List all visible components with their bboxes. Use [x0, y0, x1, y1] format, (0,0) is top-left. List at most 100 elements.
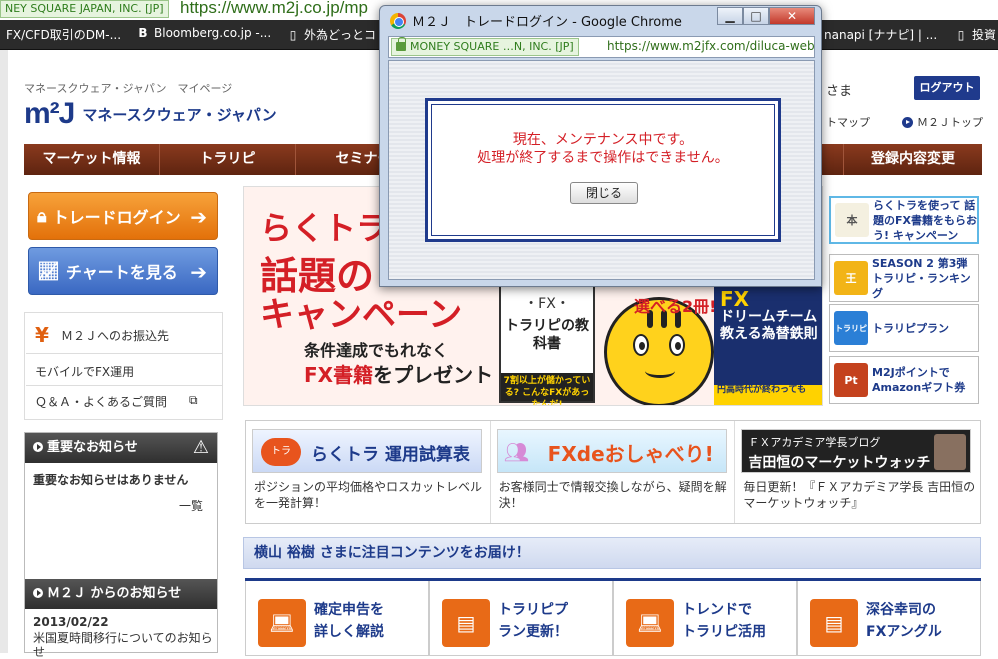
recommended-heading: 横山 裕樹 さまに注目コンテンツをお届け！ — [243, 537, 981, 569]
rakutora-banner[interactable]: らくトラ 運用試算表 トラ — [252, 429, 482, 473]
nav-account-settings[interactable]: 登録内容変更 — [844, 144, 982, 175]
page-icon: ▯ — [957, 27, 965, 42]
minimize-button[interactable]: ▁ — [717, 7, 743, 25]
book-icon: 本 — [835, 203, 869, 237]
arrow-circle-icon — [33, 442, 43, 452]
view-chart-button[interactable]: 📈︎ チャートを見る ➔ — [28, 247, 218, 295]
card-title-line: トラリピプ — [498, 602, 568, 618]
fx-oshaberi-banner[interactable]: FXdeおしゃべり! 👥︎ — [496, 429, 727, 473]
feature-market-watch[interactable]: ＦＸアカデミア学長ブログ 吉田恒のマーケットウォッチ 毎日更新！『ＦＸアカデミア… — [735, 421, 980, 523]
right-box-amazon-points[interactable]: Pt M2Jポイントで Amazonギフト券 — [829, 356, 979, 404]
card-tax-return[interactable]: 💻︎ 確定申告を 詳しく解説 — [245, 581, 429, 656]
view-chart-label: チャートを見る — [65, 263, 178, 282]
main-ssl-badge: NEY SQUARE JAPAN, INC. [JP] — [0, 0, 169, 18]
fx-oshaberi-banner-text: FXdeおしゃべり! — [547, 442, 714, 466]
card-trend-trarip[interactable]: 💻︎ トレンドでトラリピ活用 — [613, 581, 797, 656]
bookmark-label: 投資 — [972, 28, 997, 42]
book-dream-team: FX ドリームチーム教える為替鉄則 円高時代が終わっても — [714, 283, 822, 405]
lock-icon — [396, 37, 406, 51]
card-title-line: トレンドで — [682, 602, 752, 618]
maximize-button[interactable]: □ — [743, 7, 769, 25]
rakutora-logo-icon: トラ — [261, 438, 301, 466]
m2j-notice-date: 2013/02/22 — [33, 615, 109, 629]
popup-title-bar[interactable]: Ｍ２Ｊ トレードログイン - Google Chrome — [390, 11, 682, 30]
popup-title: Ｍ２Ｊ トレードログイン - Google Chrome — [412, 15, 682, 30]
card-fx-angle[interactable]: ▤ 深谷幸司の FXアングル — [797, 581, 981, 656]
site-subtitle: マネースクウェア・ジャパン マイページ — [24, 82, 233, 95]
right-box-text: M2Jポイントで Amazonギフト券 — [872, 366, 966, 394]
book1-title: トラリピの教科書 — [505, 318, 589, 352]
book2-band: 円高時代が終わっても — [714, 385, 822, 405]
popup-address-bar[interactable]: MONEY SQUARE …N, INC. [JP] https://www.m… — [388, 36, 815, 58]
link-faq[interactable]: Ｑ＆Ａ・よくあるご質問 — [35, 393, 167, 410]
window-close-button[interactable]: ✕ — [769, 7, 815, 25]
arrow-circle-icon — [902, 116, 913, 128]
divider — [26, 385, 223, 386]
book1-label: ・FX・ — [524, 296, 570, 312]
popup-url-text: https://www.m2jfx.com/diluca-web — [607, 39, 815, 53]
arrow-right-icon: ➔ — [190, 260, 207, 284]
trade-login-button[interactable]: 🔒︎ トレードログイン ➔ — [28, 192, 218, 240]
close-button[interactable]: 閉じる — [570, 182, 638, 204]
people-icon: 👥︎ — [503, 440, 530, 464]
important-notice-list-link[interactable]: 一覧 — [179, 497, 203, 514]
link-mobile-fx[interactable]: モバイルでFX運用 — [35, 363, 134, 380]
divider — [26, 353, 223, 354]
card-title-line: 確定申告を — [314, 602, 384, 618]
right-box-trarip-plan[interactable]: トラリピ トラリピプラン — [829, 304, 979, 352]
right-box-text: トラリピプラン — [872, 321, 949, 335]
market-watch-banner-text: 吉田恒のマーケットウォッチ — [748, 455, 931, 471]
m2j-heading-text: Ｍ２Ｊ からのお知らせ — [47, 586, 182, 601]
link-transfer-account[interactable]: Ｍ２Ｊへのお振込先 — [61, 327, 169, 344]
points-icon: Pt — [834, 363, 868, 397]
trade-login-label: トレードログイン — [52, 208, 181, 227]
m2j-notice-link[interactable]: 米国夏時間移行についてのお知らせ — [33, 631, 213, 659]
right-box-text: らくトラを使って 話題のFX書籍をもらおう! キャンペーン — [873, 198, 977, 242]
feature-rakutora[interactable]: らくトラ 運用試算表 トラ ポジションの平均価格やロスカットレベルを一発計算！ — [246, 421, 491, 523]
market-watch-banner[interactable]: ＦＸアカデミア学長ブログ 吉田恒のマーケットウォッチ — [741, 429, 972, 473]
recommended-cards: 💻︎ 確定申告を詳しく解説 ▤ トラリピプ ラン更新！ 💻︎ トレンドでトラリピ活… — [245, 578, 981, 656]
arrow-circle-icon — [33, 588, 43, 598]
arrow-right-icon: ➔ — [190, 205, 207, 229]
banner-present-text: FX書籍をプレゼント — [304, 359, 493, 388]
main-url-text[interactable]: https://www.m2j.co.jp/mp — [180, 0, 368, 18]
feature-description: 毎日更新！『ＦＸアカデミア学長 吉田恒のマーケットウォッチ』 — [743, 480, 976, 510]
card-title-line: 深谷幸司の — [866, 602, 936, 618]
bookmark-bloomberg[interactable]: B Bloomberg.co.jp -... — [136, 26, 271, 40]
nav-market-info[interactable]: マーケット情報 — [24, 144, 160, 175]
laptop-icon: 💻︎ — [626, 599, 674, 647]
left-links: ¥ Ｍ２Ｊへのお振込先 モバイルでFX運用 Ｑ＆Ａ・よくあるご質問 ⧉ — [24, 312, 223, 420]
m2j-top-link[interactable]: Ｍ２Ｊトップ — [902, 114, 983, 130]
m2j-notice-heading: Ｍ２Ｊ からのお知らせ — [25, 579, 217, 609]
popup-ssl-text: MONEY SQUARE …N, INC. [JP] — [410, 40, 574, 53]
popup-body: 現在、メンテナンス中です。 処理が終了するまで操作はできません。 閉じる — [388, 60, 815, 280]
card-title: トレンドでトラリピ活用 — [682, 599, 766, 643]
card-title-line: FXアングル — [866, 624, 942, 640]
user-greeting: さま — [826, 84, 853, 99]
sitemap-link[interactable]: トマップ — [826, 114, 870, 130]
feature-description: お客様同士で情報交換しながら、疑問を解決！ — [498, 480, 727, 510]
logout-button[interactable]: ログアウト — [914, 76, 980, 100]
left-shade — [0, 50, 8, 653]
right-box-text: SEASON 2 第3弾 トラリピ・ランキング — [872, 256, 971, 300]
card-trarip-plan-update[interactable]: ▤ トラリピプ ラン更新！ — [429, 581, 613, 656]
right-box-ranking[interactable]: 王 SEASON 2 第3弾 トラリピ・ランキング — [829, 254, 979, 302]
feature-fx-oshaberi[interactable]: FXdeおしゃべり! 👥︎ お客様同士で情報交換しながら、疑問を解決！ — [491, 421, 736, 523]
bookmark-label: FX/CFD取引のDM-... — [6, 28, 122, 42]
card-title-line: トラリピ活用 — [682, 624, 766, 640]
right-box-book-campaign[interactable]: 本 らくトラを使って 話題のFX書籍をもらおう! キャンペーン — [829, 196, 979, 244]
trade-login-popup: Ｍ２Ｊ トレードログイン - Google Chrome ▁ □ ✕ MONEY… — [379, 5, 822, 287]
bookmark-nanapi[interactable]: nanapi [ナナピ] | ... — [824, 26, 937, 43]
bookmark-gaitame[interactable]: ▯ 外為どっとコ — [286, 26, 376, 43]
bookmark-fxcfd[interactable]: FX/CFD取引のDM-... — [6, 26, 121, 43]
banner-subtext: 条件達成でもれなく — [304, 341, 449, 360]
nav-trarip[interactable]: トラリピ — [160, 144, 296, 175]
card-title-line: 詳しく解説 — [314, 624, 384, 640]
bookmark-toushi[interactable]: ▯ 投資 — [954, 26, 996, 43]
m2j-logo-mark: m²J — [24, 97, 75, 130]
book2-title: ドリームチーム教える為替鉄則 — [720, 309, 818, 342]
document-icon: ▤ — [810, 599, 858, 647]
chrome-icon — [390, 12, 406, 29]
site-logo[interactable]: m²J マネースクウェア・ジャパン — [24, 97, 277, 130]
feature-row: らくトラ 運用試算表 トラ ポジションの平均価格やロスカットレベルを一発計算！ … — [245, 420, 981, 524]
